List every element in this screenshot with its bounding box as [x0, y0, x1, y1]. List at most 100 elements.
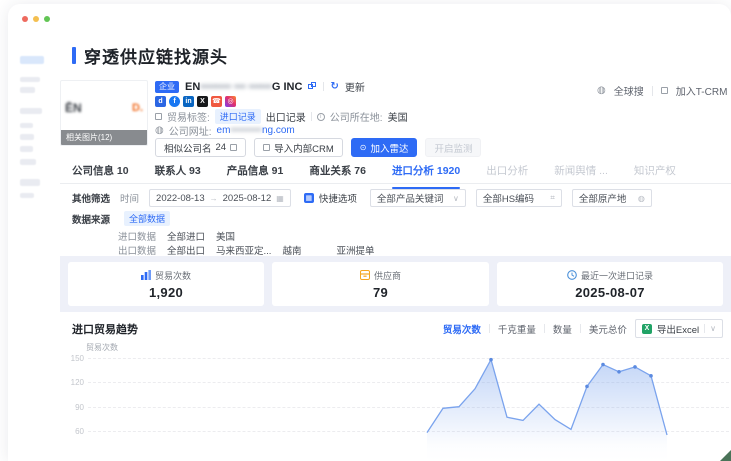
website-link[interactable]: em•••••••••ng.com [217, 125, 295, 136]
quick-options-button[interactable]: ▦ 快捷选项 [300, 189, 360, 207]
tab-export-analysis[interactable]: 出口分析 [486, 163, 528, 183]
trend-area-chart[interactable] [60, 315, 731, 461]
import-crm-button[interactable]: 导入内部CRM [254, 138, 343, 157]
related-images-caption[interactable]: 相关图片(12) [61, 130, 147, 145]
tab-import-analysis[interactable]: 进口分析 1920 [391, 163, 461, 189]
supplier-box-icon [359, 270, 370, 280]
sidebar-skeleton-item[interactable] [20, 77, 40, 82]
refresh-icon[interactable]: ↻ [330, 81, 338, 92]
phone-icon[interactable]: ☎ [211, 96, 222, 107]
date-range-input[interactable]: 2022-08-13 → 2025-08-12 ▦ [149, 189, 291, 207]
import-data-value[interactable]: 美国 [216, 229, 235, 243]
website-globe-icon: ◍ [155, 124, 164, 136]
stat-value: 1,920 [148, 284, 184, 300]
website-label: 公司网址: [168, 127, 212, 138]
sidebar-skeleton-item[interactable] [20, 179, 40, 186]
join-tcrm-link[interactable]: 加入T-CRM [676, 83, 728, 98]
tcrm-icon [660, 87, 668, 94]
calendar-icon: ▦ [276, 193, 284, 203]
company-name: EN•••••••• ••• ••••••G INC [185, 80, 303, 93]
import-data-row: 进口数据 全部进口 美国 [118, 229, 235, 243]
info-icon: i [316, 112, 325, 121]
monitor-button[interactable]: 开启监测 [425, 138, 482, 157]
location-label: 公司所在地: [329, 113, 383, 124]
export-data-value[interactable]: 越南 [282, 243, 301, 257]
export-data-value[interactable]: 马来西亚定... [216, 243, 271, 257]
header-actions: ◍ 全球搜 加入T-CRM [597, 83, 727, 98]
radar-icon: ⊙ [359, 143, 367, 152]
other-filter-label: 其他筛选 [72, 194, 111, 205]
sidebar-item-active[interactable] [20, 56, 44, 64]
window-controls [22, 16, 50, 22]
import-record-tag[interactable]: 进口记录 [214, 109, 261, 124]
divider [323, 82, 325, 91]
export-data-value[interactable]: 全部出口 [167, 243, 205, 257]
global-search-link[interactable]: 全球搜 [614, 83, 644, 98]
stats-section: 贸易次数 1,920 供应商 79 最近一次进口记录 2025-08-07 [60, 256, 731, 312]
douyin-icon[interactable]: d [155, 96, 166, 107]
copy-icon[interactable] [308, 82, 317, 91]
company-logo-mark: D. [132, 102, 143, 114]
location-value: 美国 [387, 113, 408, 124]
social-icons-row: d f in X ☎ ◎ [155, 96, 236, 107]
tab-contacts[interactable]: 联系人 93 [155, 163, 201, 183]
linkedin-icon[interactable]: in [183, 96, 194, 107]
page-title: 穿透供应链找源头 [72, 43, 228, 68]
all-data-tag[interactable]: 全部数据 [124, 211, 171, 226]
stat-card-trade-count: 贸易次数 1,920 [68, 262, 264, 306]
website-row: ◍ 公司网址: em•••••••••ng.com [155, 123, 295, 138]
data-source-row: 数据来源 全部数据 [72, 211, 171, 226]
company-logo[interactable]: ĒN D. 相关图片(12) [60, 80, 148, 146]
sidebar-skeleton-item[interactable] [20, 108, 42, 114]
join-radar-button[interactable]: ⊙ 加入雷达 [350, 138, 418, 157]
divider [651, 85, 653, 96]
tab-products[interactable]: 产品信息 91 [227, 163, 284, 183]
hs-code-select[interactable]: 全部HS编码 ⌗ [475, 189, 562, 207]
filter-bar: 其他筛选 时间 2022-08-13 → 2025-08-12 ▦ ▦ 快捷选项… [72, 189, 652, 207]
product-keyword-select[interactable]: 全部产品关键词 ∨ [369, 189, 466, 207]
sidebar-skeleton-item[interactable] [20, 159, 36, 165]
stat-card-last-import: 最近一次进口记录 2025-08-07 [497, 262, 723, 306]
instagram-icon[interactable]: ◎ [225, 96, 236, 107]
quick-options-icon: ▦ [303, 193, 314, 203]
update-link[interactable]: 更新 [345, 79, 365, 94]
stat-label: 供应商 [373, 270, 401, 281]
chat-widget-corner[interactable] [720, 450, 731, 461]
sidebar-skeleton-item[interactable] [20, 87, 35, 93]
tab-company-info[interactable]: 公司信息 10 [72, 163, 129, 183]
import-data-value[interactable]: 全部进口 [167, 229, 205, 243]
tab-bar: 公司信息 10 联系人 93 产品信息 91 商业关系 76 进口分析 1920… [60, 163, 731, 189]
x-icon[interactable]: X [197, 96, 208, 107]
stat-label: 最近一次进口记录 [580, 270, 653, 281]
title-accent-bar [72, 47, 76, 64]
tab-news[interactable]: 新闻舆情 ... [554, 163, 608, 183]
trade-label-icon [155, 113, 162, 120]
hs-code-icon: ⌗ [550, 193, 555, 202]
close-window-button[interactable] [22, 16, 28, 22]
export-data-label: 出口数据 [118, 246, 157, 257]
sidebar-skeleton-item[interactable] [20, 134, 34, 140]
tab-business-relations[interactable]: 商业关系 76 [309, 163, 366, 183]
sidebar-skeleton-item[interactable] [20, 193, 34, 198]
trend-chart-section: 进口贸易趋势 贸易次数 千克重量 数量 美元总价 X 导出Excel ∨ 贸易次… [60, 315, 731, 461]
facebook-icon[interactable]: f [169, 96, 180, 107]
company-logo-text: ĒN [65, 101, 82, 115]
sidebar-skeleton-item[interactable] [20, 146, 33, 152]
company-actions-row: 相似公司名 24 导入内部CRM ⊙ 加入雷达 开启监测 [155, 138, 482, 157]
export-data-row: 出口数据 全部出口 马来西亚定... 越南 亚洲提单 [118, 243, 374, 257]
clock-icon [567, 270, 577, 280]
import-icon [263, 144, 271, 151]
origin-globe-icon: ◍ [637, 193, 645, 203]
tab-ip[interactable]: 知识产权 [634, 163, 676, 183]
stat-card-suppliers: 供应商 79 [272, 262, 489, 306]
export-record-tag[interactable]: 出口记录 [266, 109, 306, 124]
export-data-value[interactable]: 亚洲提单 [336, 243, 374, 257]
minimize-window-button[interactable] [33, 16, 39, 22]
bar-chart-icon [140, 270, 151, 280]
org-icon [230, 144, 238, 151]
maximize-window-button[interactable] [44, 16, 50, 22]
similar-company-button[interactable]: 相似公司名 24 [155, 138, 247, 157]
origin-select[interactable]: 全部原产地 ◍ [571, 189, 652, 207]
divider [310, 112, 312, 121]
sidebar-skeleton-item[interactable] [20, 123, 33, 128]
